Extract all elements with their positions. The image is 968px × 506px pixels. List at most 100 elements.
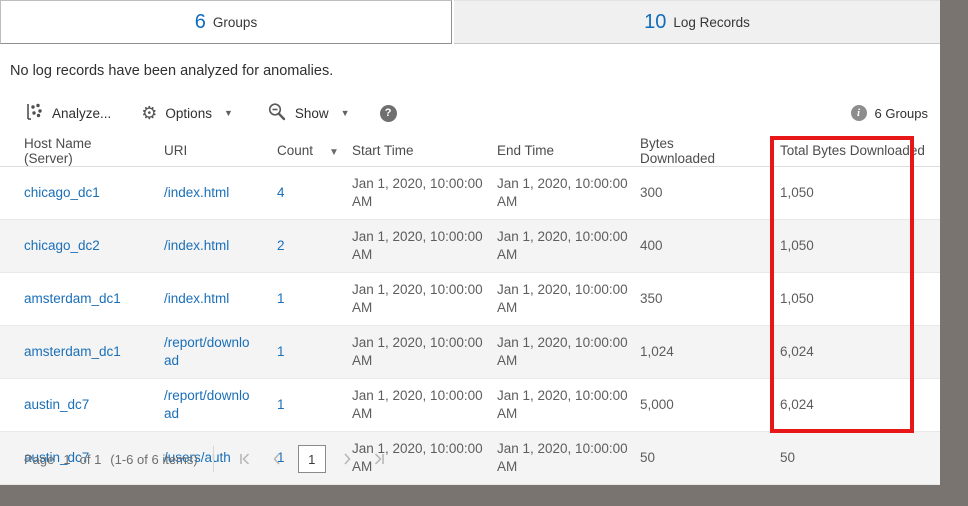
table-row: chicago_dc1 /index.html 4 Jan 1, 2020, 1… bbox=[0, 167, 940, 220]
help-button[interactable]: ? bbox=[380, 105, 397, 122]
groups-summary: i 6 Groups bbox=[851, 105, 928, 121]
tab-log-records[interactable]: 10 Log Records bbox=[454, 0, 940, 44]
cell-start-time: Jan 1, 2020, 10:00:00 AM bbox=[328, 220, 473, 273]
zoom-out-icon bbox=[267, 102, 287, 125]
cell-start-time: Jan 1, 2020, 10:00:00 AM bbox=[328, 167, 473, 220]
tab-groups[interactable]: 6 Groups bbox=[0, 0, 452, 44]
toolbar: Analyze... ⚙ Options ▼ Show ▼ bbox=[0, 100, 940, 126]
cell-count: 1 bbox=[253, 379, 328, 432]
column-header-end-time[interactable]: End Time bbox=[473, 135, 616, 167]
host-link[interactable]: amsterdam_dc1 bbox=[24, 344, 121, 359]
count-link[interactable]: 1 bbox=[277, 397, 285, 412]
column-header-total-bytes-downloaded[interactable]: Total Bytes Downloaded bbox=[756, 135, 940, 167]
host-link[interactable]: chicago_dc2 bbox=[24, 238, 100, 253]
analyze-button-label: Analyze... bbox=[52, 106, 111, 121]
count-link[interactable]: 1 bbox=[277, 291, 285, 306]
uri-link[interactable]: /index.html bbox=[164, 237, 256, 255]
chevron-down-icon: ▼ bbox=[224, 108, 233, 118]
start-time-value: Jan 1, 2020, 10:00:00 AM bbox=[352, 334, 489, 369]
tab-groups-count: 6 bbox=[195, 11, 206, 34]
start-time-value: Jan 1, 2020, 10:00:00 AM bbox=[352, 387, 489, 422]
cell-total-bytes: 1,050 bbox=[756, 220, 940, 273]
page-of-label: of 1 bbox=[80, 452, 102, 467]
next-page-button[interactable] bbox=[338, 450, 356, 468]
cell-host: austin_dc7 bbox=[0, 379, 140, 432]
column-header-host-name[interactable]: Host Name (Server) bbox=[0, 135, 140, 167]
cell-host: amsterdam_dc1 bbox=[0, 326, 140, 379]
screen: 6 Groups 10 Log Records No log records h… bbox=[0, 0, 968, 506]
show-button[interactable]: Show ▼ bbox=[267, 102, 350, 125]
start-time-value: Jan 1, 2020, 10:00:00 AM bbox=[352, 228, 489, 263]
host-link[interactable]: chicago_dc1 bbox=[24, 185, 100, 200]
table-row: amsterdam_dc1 /index.html 1 Jan 1, 2020,… bbox=[0, 273, 940, 326]
gear-icon: ⚙ bbox=[141, 104, 157, 122]
analyze-button[interactable]: Analyze... bbox=[24, 102, 111, 125]
table-row: amsterdam_dc1 /report/download 1 Jan 1, … bbox=[0, 326, 940, 379]
info-icon: i bbox=[851, 105, 867, 121]
tab-log-records-count: 10 bbox=[644, 11, 666, 34]
cell-uri: /index.html bbox=[140, 273, 253, 326]
cell-count: 1 bbox=[253, 273, 328, 326]
groups-summary-label: 6 Groups bbox=[875, 106, 928, 121]
cell-total-bytes: 6,024 bbox=[756, 379, 940, 432]
cell-bytes: 5,000 bbox=[616, 379, 756, 432]
cell-count: 1 bbox=[253, 326, 328, 379]
count-link[interactable]: 2 bbox=[277, 238, 285, 253]
host-link[interactable]: amsterdam_dc1 bbox=[24, 291, 121, 306]
last-page-button[interactable] bbox=[370, 450, 388, 468]
cell-host: chicago_dc2 bbox=[0, 220, 140, 273]
end-time-value: Jan 1, 2020, 10:00:00 AM bbox=[497, 228, 634, 263]
cell-total-bytes: 6,024 bbox=[756, 326, 940, 379]
cell-uri: /report/download bbox=[140, 326, 253, 379]
column-header-uri[interactable]: URI bbox=[140, 135, 253, 167]
status-message: No log records have been analyzed for an… bbox=[10, 63, 940, 79]
first-page-icon bbox=[238, 452, 252, 466]
show-button-label: Show bbox=[295, 106, 329, 121]
count-link[interactable]: 1 bbox=[277, 344, 285, 359]
host-link[interactable]: austin_dc7 bbox=[24, 397, 89, 412]
cell-bytes: 1,024 bbox=[616, 326, 756, 379]
column-header-count[interactable]: Count▼ bbox=[253, 135, 328, 167]
chevron-down-icon: ▼ bbox=[341, 108, 350, 118]
cell-uri: /index.html bbox=[140, 220, 253, 273]
page-number: 1 bbox=[63, 452, 70, 467]
last-page-icon bbox=[372, 452, 386, 466]
page-label: Page bbox=[24, 452, 54, 467]
cell-end-time: Jan 1, 2020, 10:00:00 AM bbox=[473, 326, 616, 379]
options-button[interactable]: ⚙ Options ▼ bbox=[141, 104, 233, 122]
cell-count: 4 bbox=[253, 167, 328, 220]
current-page-box[interactable]: 1 bbox=[298, 445, 326, 473]
cell-host: chicago_dc1 bbox=[0, 167, 140, 220]
cell-end-time: Jan 1, 2020, 10:00:00 AM bbox=[473, 273, 616, 326]
table-row: austin_dc7 /report/download 1 Jan 1, 202… bbox=[0, 379, 940, 432]
options-button-label: Options bbox=[165, 106, 212, 121]
start-time-value: Jan 1, 2020, 10:00:00 AM bbox=[352, 281, 489, 316]
pagination-bar: Page 1 of 1 (1-6 of 6 items) 1 bbox=[0, 441, 940, 477]
cell-start-time: Jan 1, 2020, 10:00:00 AM bbox=[328, 326, 473, 379]
cell-bytes: 400 bbox=[616, 220, 756, 273]
uri-link[interactable]: /index.html bbox=[164, 184, 256, 202]
uri-link[interactable]: /report/download bbox=[164, 387, 256, 422]
table-row: chicago_dc2 /index.html 2 Jan 1, 2020, 1… bbox=[0, 220, 940, 273]
chevron-right-icon bbox=[340, 452, 354, 466]
scatter-chart-icon bbox=[24, 102, 44, 125]
help-icon: ? bbox=[380, 105, 397, 122]
content-panel: 6 Groups 10 Log Records No log records h… bbox=[0, 0, 940, 477]
sort-descending-icon[interactable]: ▼ bbox=[329, 147, 339, 158]
tab-groups-label: Groups bbox=[213, 15, 257, 30]
end-time-value: Jan 1, 2020, 10:00:00 AM bbox=[497, 334, 634, 369]
count-link[interactable]: 4 bbox=[277, 185, 285, 200]
cell-total-bytes: 1,050 bbox=[756, 167, 940, 220]
cell-host: amsterdam_dc1 bbox=[0, 273, 140, 326]
column-header-bytes-downloaded[interactable]: Bytes Downloaded bbox=[616, 135, 756, 167]
start-time-value: Jan 1, 2020, 10:00:00 AM bbox=[352, 175, 489, 210]
cell-start-time: Jan 1, 2020, 10:00:00 AM bbox=[328, 273, 473, 326]
uri-link[interactable]: /index.html bbox=[164, 290, 256, 308]
first-page-button[interactable] bbox=[236, 450, 254, 468]
column-header-start-time[interactable]: Start Time bbox=[328, 135, 473, 167]
previous-page-button[interactable] bbox=[268, 450, 286, 468]
pagination-divider bbox=[213, 446, 214, 472]
uri-link[interactable]: /report/download bbox=[164, 334, 256, 369]
cell-bytes: 300 bbox=[616, 167, 756, 220]
column-header-count-label: Count bbox=[277, 143, 313, 158]
